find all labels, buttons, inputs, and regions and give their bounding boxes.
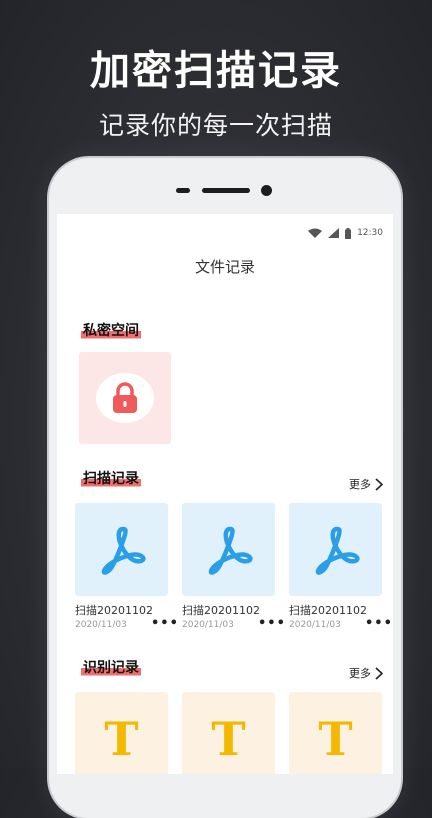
scan-item-name: 扫描20201102 xyxy=(182,604,260,617)
status-bar: 12:30 xyxy=(308,226,383,240)
phone-frame: 12:30 文件记录 私密空间 扫描记录 更多 扫描20201102 2020/… xyxy=(49,158,401,818)
lock-badge xyxy=(96,373,154,423)
scan-item-thumbnail[interactable] xyxy=(289,503,382,596)
promo-title: 加密扫描记录 xyxy=(90,48,342,94)
scan-item-menu-button[interactable]: ••• xyxy=(258,616,286,631)
ocr-item-thumbnail[interactable]: T xyxy=(289,692,382,774)
ocr-more-label: 更多 xyxy=(349,667,371,680)
chevron-right-icon xyxy=(375,666,383,680)
scan-item-menu-button[interactable]: ••• xyxy=(151,616,179,631)
text-icon: T xyxy=(104,711,139,766)
lock-icon xyxy=(113,382,137,413)
private-space-card[interactable] xyxy=(79,352,171,444)
page-title: 文件记录 xyxy=(194,258,255,276)
scan-item-thumbnail[interactable] xyxy=(182,503,275,596)
scan-more-button[interactable]: 更多 xyxy=(349,476,383,492)
chevron-right-icon xyxy=(375,477,383,491)
phone-sensor xyxy=(176,188,190,193)
scan-item-menu-button[interactable]: ••• xyxy=(365,616,393,631)
status-time: 12:30 xyxy=(357,228,383,238)
phone-speaker xyxy=(202,188,250,193)
pdf-icon xyxy=(101,526,146,575)
text-icon: T xyxy=(211,711,246,766)
ocr-more-button[interactable]: 更多 xyxy=(349,665,383,681)
battery-icon xyxy=(345,227,352,239)
app-screen: 12:30 文件记录 私密空间 扫描记录 更多 扫描20201102 2020/… xyxy=(57,214,393,774)
scan-section-title: 扫描记录 xyxy=(81,468,141,488)
scan-item-name: 扫描20201102 xyxy=(75,604,153,617)
ocr-item-thumbnail[interactable]: T xyxy=(182,692,275,774)
scan-more-label: 更多 xyxy=(349,478,371,491)
text-icon: T xyxy=(318,711,353,766)
wifi-icon xyxy=(308,228,323,238)
ocr-section-title: 识别记录 xyxy=(81,657,141,677)
scan-item-thumbnail[interactable] xyxy=(75,503,168,596)
scan-item-date: 2020/11/03 xyxy=(182,620,234,630)
phone-camera xyxy=(261,185,272,196)
promo-subtitle: 记录你的每一次扫描 xyxy=(98,111,333,140)
pdf-icon xyxy=(208,526,253,575)
private-section-title: 私密空间 xyxy=(81,320,141,340)
signal-icon xyxy=(328,228,340,238)
scan-item-name: 扫描20201102 xyxy=(289,604,367,617)
scan-item-date: 2020/11/03 xyxy=(75,620,127,630)
pdf-icon xyxy=(315,526,360,575)
scan-item-date: 2020/11/03 xyxy=(289,620,341,630)
ocr-item-thumbnail[interactable]: T xyxy=(75,692,168,774)
